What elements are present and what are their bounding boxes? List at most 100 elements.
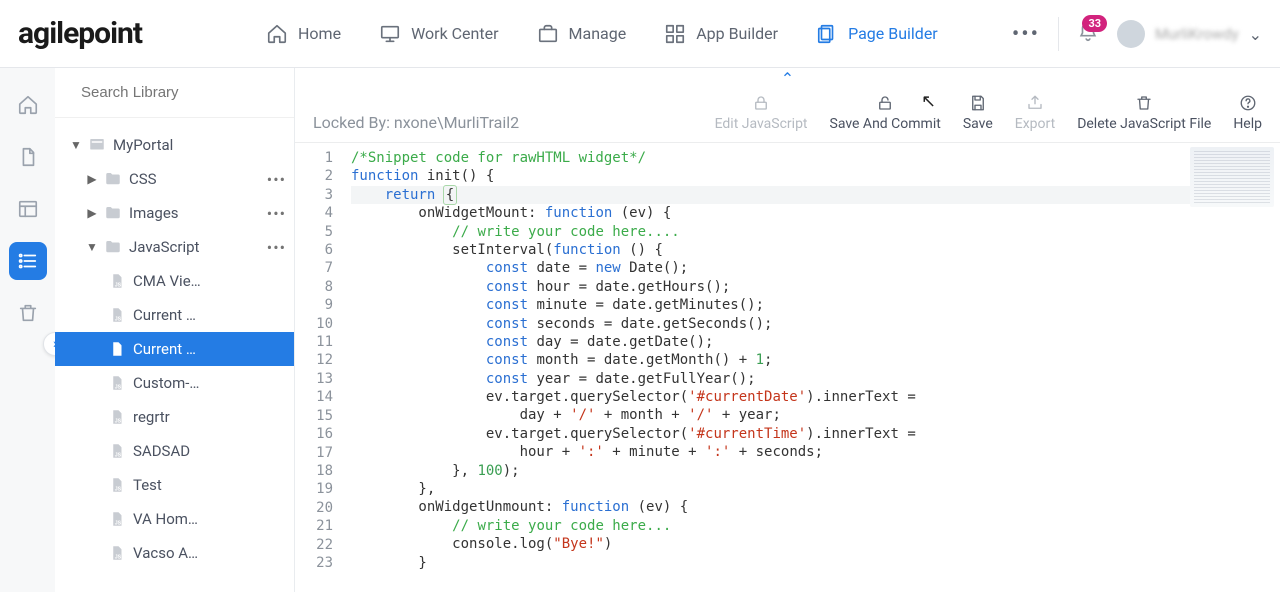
rail-list-button[interactable] (9, 242, 47, 280)
topbar: agilepoint Home Work Center Manage App Buil… (0, 0, 1280, 68)
tree-file[interactable]: JS Custom-… (55, 366, 294, 400)
toolbar-save-commit-button[interactable]: Save And Commit (830, 94, 941, 132)
help-icon (1239, 94, 1257, 112)
tree-item-label: Images (129, 204, 179, 222)
svg-text:JS: JS (115, 350, 122, 356)
left-rail: › (0, 68, 55, 592)
export-icon (1026, 94, 1044, 112)
tree-toggle-icon[interactable]: ▼ (83, 240, 101, 254)
rail-trash-button[interactable] (9, 294, 47, 332)
minimap[interactable] (1190, 147, 1274, 207)
tree-item-icon: JS (107, 271, 127, 291)
avatar (1117, 20, 1145, 48)
toolbar-delete-button[interactable]: Delete JavaScript File (1077, 94, 1211, 132)
tree-item-icon: JS (107, 543, 127, 563)
toolbar-action-label: Save (963, 116, 993, 132)
tree-item-label: Custom-… (133, 374, 199, 392)
line-gutter: 1234567891011121314151617181920212223 (295, 143, 343, 592)
monitor-icon (379, 23, 401, 45)
nav-label: Manage (569, 24, 627, 43)
divider (1058, 17, 1059, 51)
rail-layout-button[interactable] (9, 190, 47, 228)
tree-file[interactable]: JS Current … (55, 298, 294, 332)
library-search[interactable] (55, 68, 294, 118)
toolbar-action-label: Help (1233, 116, 1262, 132)
tree-file[interactable]: JS regrtr (55, 400, 294, 434)
workspace: › ▼MyPortal ▶ CSS ••• ▶ Images ••• ▼ JavaScript •… (0, 68, 1280, 592)
tree-item-icon: JS (107, 509, 127, 529)
nav-item-app-builder[interactable]: App Builder (650, 15, 792, 53)
tree-file[interactable]: JSTest (55, 468, 294, 502)
tree-file[interactable]: JS Vacso A… (55, 536, 294, 570)
tree-toggle-icon[interactable]: ▶ (83, 172, 101, 186)
collapse-header-button[interactable]: ⌃ (295, 68, 1280, 88)
grid-icon (664, 23, 686, 45)
svg-text:JS: JS (115, 554, 122, 560)
svg-text:JS: JS (115, 520, 122, 526)
toolbar-action-label: Delete JavaScript File (1077, 116, 1211, 132)
tree-item-label: Current … (133, 306, 196, 324)
tree-item-more[interactable]: ••• (267, 204, 286, 223)
nav-item-work-center[interactable]: Work Center (365, 15, 512, 53)
toolbar-action-label: Save And Commit (830, 116, 941, 132)
nav-item-page-builder[interactable]: Page Builder (802, 15, 952, 53)
toolbar-help-button[interactable]: Help (1233, 94, 1262, 132)
tree-item-icon: JS (107, 441, 127, 461)
nav-label: Home (298, 24, 341, 43)
tree-item-icon: JS (107, 339, 127, 359)
tree-toggle-icon[interactable]: ▶ (83, 206, 101, 220)
tree-folder-images[interactable]: ▶ Images ••• (55, 196, 294, 230)
tree-file[interactable]: JSCurrent … (55, 332, 294, 366)
search-input[interactable] (81, 84, 280, 101)
notifications-button[interactable]: 33 (1077, 21, 1099, 47)
tree-item-label: Vacso A… (133, 544, 198, 562)
nav-item-home[interactable]: Home (252, 15, 355, 53)
tree-root[interactable]: ▼MyPortal (55, 128, 294, 162)
more-menu[interactable]: ••• (1012, 22, 1040, 47)
tree-item-icon (103, 237, 123, 257)
toolbar-action-label: Export (1015, 116, 1055, 132)
save-icon (969, 94, 987, 112)
tree-item-label: JavaScript (129, 238, 199, 256)
tree-item-icon: JS (107, 373, 127, 393)
user-menu[interactable]: MurliKrowdy ⌄ (1117, 20, 1262, 48)
tree-item-label: CSS (129, 170, 157, 188)
username: MurliKrowdy (1155, 25, 1238, 43)
toolbar-export-button: Export (1015, 94, 1055, 132)
svg-text:JS: JS (115, 384, 122, 390)
svg-text:JS: JS (115, 418, 122, 424)
tree-file[interactable]: JSSADSAD (55, 434, 294, 468)
svg-text:JS: JS (115, 452, 122, 458)
editor-toolbar: Locked By: nxone\MurliTrail2 ↖ Edit Java… (295, 88, 1280, 143)
top-nav: Home Work Center Manage App Builder Page Bui… (252, 15, 952, 53)
tree-item-label: VA Hom… (133, 510, 198, 528)
tree-folder-css[interactable]: ▶ CSS ••• (55, 162, 294, 196)
editor-area: ⌃ Locked By: nxone\MurliTrail2 ↖ Edit Ja… (295, 68, 1280, 592)
rail-document-button[interactable] (9, 138, 47, 176)
top-right: ••• 33 MurliKrowdy ⌄ (1012, 0, 1262, 68)
briefcase-icon (537, 23, 559, 45)
toolbar-action-label: Edit JavaScript (715, 116, 808, 132)
toolbar-save-button[interactable]: Save (963, 94, 993, 132)
brand-logo[interactable]: agilepoint (18, 16, 142, 51)
tree-file[interactable]: JSCMA Vie… (55, 264, 294, 298)
chevron-down-icon: ⌄ (1249, 25, 1262, 44)
svg-text:JS: JS (115, 316, 122, 322)
tree-item-more[interactable]: ••• (267, 238, 286, 257)
tree-file[interactable]: JS VA Hom… (55, 502, 294, 536)
notifications-badge: 33 (1082, 15, 1107, 32)
tree-toggle-icon[interactable]: ▼ (67, 138, 85, 152)
nav-label: Page Builder (848, 24, 938, 43)
svg-text:JS: JS (115, 486, 122, 492)
code-editor[interactable]: 1234567891011121314151617181920212223 /*… (295, 143, 1280, 592)
nav-item-manage[interactable]: Manage (523, 15, 641, 53)
lock-icon (752, 94, 770, 112)
rail-home-button[interactable] (9, 86, 47, 124)
chevron-up-icon: ⌃ (781, 69, 794, 88)
code-content[interactable]: /*Snippet code for rawHTML widget*/funct… (343, 143, 1280, 592)
tree-folder-javascript[interactable]: ▼ JavaScript ••• (55, 230, 294, 264)
tree-item-more[interactable]: ••• (267, 170, 286, 189)
nav-label: Work Center (411, 24, 498, 43)
tree-item-label: regrtr (133, 408, 170, 426)
tree-item-icon: JS (107, 407, 127, 427)
